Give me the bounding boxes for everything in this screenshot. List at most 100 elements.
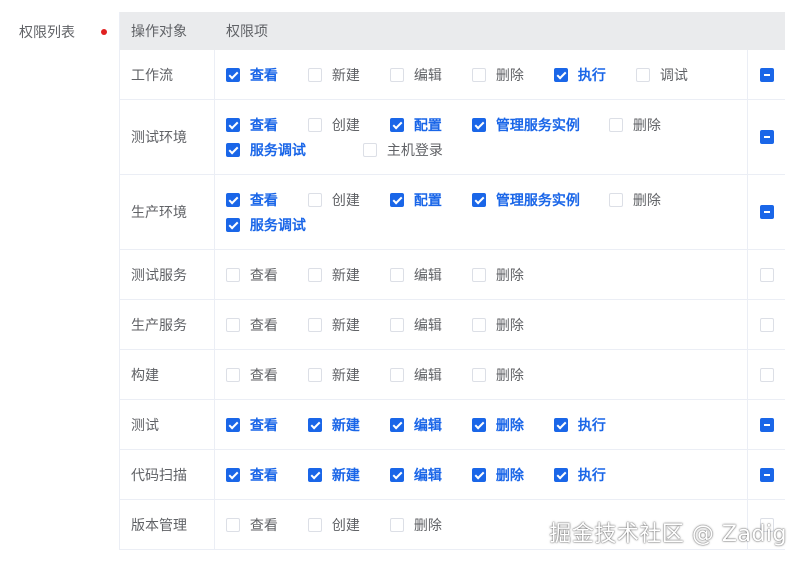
checkbox-unchecked-icon[interactable] (389, 517, 404, 532)
row-permissions: 查看 新建 编辑 删除 (215, 300, 749, 349)
checkbox-checked-icon[interactable] (553, 417, 568, 432)
permission-checkbox[interactable]: 删除 (471, 362, 554, 387)
checkbox-unchecked-icon[interactable] (307, 67, 322, 82)
permission-checkbox[interactable]: 编辑 (389, 62, 472, 87)
permission-checkbox[interactable]: 管理服务实例 (471, 112, 609, 137)
permission-checkbox[interactable]: 新建 (307, 262, 390, 287)
select-all-indeterminate-icon[interactable] (759, 67, 774, 82)
checkbox-checked-icon[interactable] (389, 467, 404, 482)
permission-checkbox[interactable]: 创建 (307, 112, 390, 137)
permission-checkbox[interactable]: 配置 (389, 187, 472, 212)
checkbox-checked-icon[interactable] (225, 467, 240, 482)
permission-checkbox[interactable]: 删除 (608, 112, 691, 137)
checkbox-checked-icon[interactable] (471, 117, 486, 132)
checkbox-checked-icon[interactable] (307, 417, 322, 432)
checkbox-unchecked-icon[interactable] (389, 67, 404, 82)
checkbox-checked-icon[interactable] (471, 192, 486, 207)
permission-checkbox[interactable]: 删除 (608, 187, 691, 212)
permission-checkbox[interactable]: 查看 (225, 512, 308, 537)
permission-checkbox[interactable]: 新建 (307, 412, 390, 437)
permission-checkbox[interactable]: 执行 (553, 462, 636, 487)
checkbox-unchecked-icon[interactable] (307, 517, 322, 532)
permission-checkbox[interactable]: 删除 (389, 512, 472, 537)
checkbox-unchecked-icon[interactable] (471, 67, 486, 82)
checkbox-unchecked-icon[interactable] (225, 517, 240, 532)
checkbox-checked-icon[interactable] (225, 417, 240, 432)
permission-checkbox[interactable]: 查看 (225, 362, 308, 387)
checkbox-unchecked-icon[interactable] (608, 192, 623, 207)
checkbox-checked-icon[interactable] (225, 117, 240, 132)
checkbox-unchecked-icon[interactable] (635, 67, 650, 82)
permission-checkbox[interactable]: 查看 (225, 412, 308, 437)
checkbox-unchecked-icon[interactable] (471, 367, 486, 382)
permission-checkbox[interactable]: 删除 (471, 462, 554, 487)
permission-checkbox[interactable]: 编辑 (389, 262, 472, 287)
permission-checkbox[interactable]: 创建 (307, 187, 390, 212)
checkbox-checked-icon[interactable] (225, 192, 240, 207)
select-all-checkbox-icon[interactable] (759, 367, 774, 382)
permission-checkbox[interactable]: 新建 (307, 312, 390, 337)
checkbox-unchecked-icon[interactable] (471, 267, 486, 282)
select-all-indeterminate-icon[interactable] (759, 130, 774, 144)
permission-checkbox[interactable]: 执行 (553, 62, 636, 87)
checkbox-unchecked-icon[interactable] (608, 117, 623, 132)
permission-checkbox[interactable]: 删除 (471, 62, 554, 87)
table-row: 工作流 查看 新建 编辑 删除 执行 调试 (120, 50, 785, 100)
permission-checkbox[interactable]: 删除 (471, 312, 554, 337)
permission-checkbox[interactable]: 创建 (307, 512, 390, 537)
permission-checkbox[interactable]: 新建 (307, 462, 390, 487)
select-all-checkbox-icon[interactable] (759, 317, 774, 332)
checkbox-checked-icon[interactable] (225, 67, 240, 82)
checkbox-unchecked-icon[interactable] (389, 267, 404, 282)
checkbox-unchecked-icon[interactable] (307, 192, 322, 207)
checkbox-checked-icon[interactable] (389, 192, 404, 207)
permission-checkbox[interactable]: 新建 (307, 362, 390, 387)
checkbox-checked-icon[interactable] (225, 142, 240, 157)
checkbox-checked-icon[interactable] (225, 217, 240, 232)
permission-checkbox[interactable]: 删除 (471, 262, 554, 287)
checkbox-unchecked-icon[interactable] (307, 317, 322, 332)
permission-checkbox[interactable]: 编辑 (389, 412, 472, 437)
permission-checkbox[interactable]: 服务调试 (225, 137, 363, 162)
permission-checkbox[interactable]: 服务调试 (225, 212, 363, 237)
checkbox-unchecked-icon[interactable] (389, 317, 404, 332)
permission-checkbox[interactable]: 配置 (389, 112, 472, 137)
select-all-indeterminate-icon[interactable] (759, 467, 774, 482)
permission-label: 新建 (331, 317, 360, 334)
permission-checkbox[interactable]: 查看 (225, 262, 308, 287)
checkbox-checked-icon[interactable] (389, 417, 404, 432)
checkbox-checked-icon[interactable] (307, 467, 322, 482)
permission-checkbox[interactable]: 删除 (471, 412, 554, 437)
permission-checkbox[interactable]: 查看 (225, 312, 308, 337)
checkbox-unchecked-icon[interactable] (362, 142, 377, 157)
permission-checkbox[interactable]: 调试 (635, 62, 718, 87)
permission-checkbox[interactable]: 查看 (225, 462, 308, 487)
checkbox-checked-icon[interactable] (471, 467, 486, 482)
checkbox-unchecked-icon[interactable] (307, 117, 322, 132)
permission-checkbox[interactable]: 新建 (307, 62, 390, 87)
permission-checkbox[interactable]: 查看 (225, 187, 308, 212)
permission-checkbox[interactable]: 管理服务实例 (471, 187, 609, 212)
permission-checkbox[interactable]: 编辑 (389, 312, 472, 337)
permission-checkbox[interactable]: 查看 (225, 62, 308, 87)
select-all-indeterminate-icon[interactable] (759, 417, 774, 432)
checkbox-unchecked-icon[interactable] (389, 367, 404, 382)
select-all-indeterminate-icon[interactable] (759, 205, 774, 219)
permission-checkbox[interactable]: 编辑 (389, 462, 472, 487)
table-row: 测试服务 查看 新建 编辑 删除 (120, 250, 785, 300)
permission-checkbox[interactable]: 主机登录 (362, 137, 445, 162)
checkbox-checked-icon[interactable] (389, 117, 404, 132)
checkbox-unchecked-icon[interactable] (225, 267, 240, 282)
checkbox-checked-icon[interactable] (553, 67, 568, 82)
checkbox-unchecked-icon[interactable] (471, 317, 486, 332)
checkbox-unchecked-icon[interactable] (225, 367, 240, 382)
checkbox-checked-icon[interactable] (471, 417, 486, 432)
permission-checkbox[interactable]: 执行 (553, 412, 636, 437)
permission-checkbox[interactable]: 查看 (225, 112, 308, 137)
checkbox-unchecked-icon[interactable] (225, 317, 240, 332)
permission-checkbox[interactable]: 编辑 (389, 362, 472, 387)
checkbox-checked-icon[interactable] (553, 467, 568, 482)
checkbox-unchecked-icon[interactable] (307, 267, 322, 282)
checkbox-unchecked-icon[interactable] (307, 367, 322, 382)
select-all-checkbox-icon[interactable] (759, 267, 774, 282)
